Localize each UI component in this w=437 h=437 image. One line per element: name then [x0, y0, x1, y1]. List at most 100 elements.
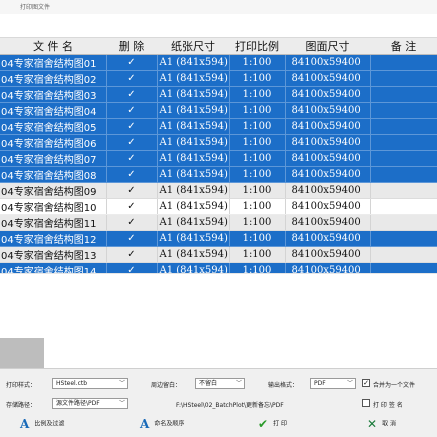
delete-cell[interactable]: ✓: [105, 166, 157, 183]
file-name-cell: 04专家宿舍结构图07: [0, 150, 106, 167]
print-scale-cell: 1:100: [228, 70, 285, 87]
merge-checkbox[interactable]: ✓: [362, 379, 370, 387]
file-name-cell: 04专家宿舍结构图02: [0, 70, 106, 87]
column-header-remark[interactable]: 备 注: [370, 38, 437, 55]
window-title: 打印图文件: [20, 4, 51, 11]
drawing-size-cell: 84100x59400: [284, 118, 370, 135]
delete-cell[interactable]: ✓: [105, 102, 157, 119]
file-name-cell: 04专家宿舍结构图01: [0, 54, 106, 71]
delete-cell[interactable]: ✓: [105, 150, 157, 167]
paper-size-cell: A1 (841x594): [156, 182, 229, 199]
paper-size-cell: A1 (841x594): [156, 214, 229, 231]
column-header-delete[interactable]: 删 除: [106, 38, 157, 55]
delete-cell[interactable]: ✓: [105, 214, 157, 231]
cancel-button[interactable]: ✕ 取 消: [367, 417, 396, 431]
delete-cell[interactable]: ✓: [105, 86, 157, 103]
table-row[interactable]: 04专家宿舍结构图10 ✓ A1 (841x594) 1:100 84100x59400: [0, 198, 437, 215]
print-signature-checkbox[interactable]: [362, 399, 370, 407]
table-row[interactable]: 04专家宿舍结构图03 ✓ A1 (841x594) 1:100 84100x59400: [0, 86, 437, 103]
drawing-size-cell: 84100x59400: [284, 198, 370, 215]
remark-cell: [369, 150, 437, 167]
drawing-size-cell: 84100x59400: [284, 134, 370, 151]
output-format-label: 输出格式：: [268, 382, 299, 389]
file-name-cell: 04专家宿舍结构图09: [0, 182, 106, 199]
file-name-cell: 04专家宿舍结构图13: [0, 246, 106, 263]
output-format-select[interactable]: PDF ﹀: [310, 378, 356, 389]
column-header-filename[interactable]: 文 件 名: [0, 38, 106, 55]
drawing-size-cell: 84100x59400: [284, 166, 370, 183]
print-button-label: 打 印: [273, 420, 287, 428]
table-row[interactable]: 04专家宿舍结构图05 ✓ A1 (841x594) 1:100 84100x59400: [0, 118, 437, 135]
print-style-label: 打印样式：: [6, 382, 37, 389]
file-name-cell: 04专家宿舍结构图03: [0, 86, 106, 103]
delete-cell[interactable]: ✓: [105, 182, 157, 199]
close-icon: ✕: [367, 417, 378, 431]
delete-cell[interactable]: ✓: [105, 70, 157, 87]
file-name-cell: 04专家宿舍结构图04: [0, 102, 106, 119]
font-a-icon: A: [140, 417, 150, 431]
column-header-print-scale[interactable]: 打印比例: [229, 38, 285, 55]
toolbar-area: [0, 14, 437, 38]
paper-size-cell: A1 (841x594): [156, 166, 229, 183]
paper-size-cell: A1 (841x594): [156, 86, 229, 103]
chevron-down-icon: ﹀: [346, 380, 353, 387]
remark-cell: [369, 198, 437, 215]
print-button[interactable]: ✔ 打 印: [258, 417, 287, 431]
print-scale-cell: 1:100: [228, 214, 285, 231]
remark-cell: [369, 230, 437, 247]
drawing-size-cell: 84100x59400: [284, 70, 370, 87]
table-row[interactable]: 04专家宿舍结构图13 ✓ A1 (841x594) 1:100 84100x59400: [0, 246, 437, 263]
remark-cell: [369, 246, 437, 263]
filter-button[interactable]: A 比例及过滤: [20, 417, 64, 431]
delete-cell[interactable]: ✓: [105, 54, 157, 71]
paper-size-cell: A1 (841x594): [156, 54, 229, 71]
delete-cell[interactable]: ✓: [105, 198, 157, 215]
print-scale-cell: 1:100: [228, 246, 285, 263]
print-style-select[interactable]: HSteel.ctb ﹀: [52, 378, 128, 389]
print-scale-cell: 1:100: [228, 230, 285, 247]
table-row[interactable]: 04专家宿舍结构图08 ✓ A1 (841x594) 1:100 84100x59400: [0, 166, 437, 183]
print-scale-cell: 1:100: [228, 86, 285, 103]
table-header-row: 文 件 名 删 除 纸张尺寸 打印比例 图面尺寸 备 注: [0, 38, 437, 55]
naming-button-label: 命名及顺序: [154, 420, 185, 428]
column-header-paper-size[interactable]: 纸张尺寸: [157, 38, 229, 55]
chevron-down-icon: ﹀: [118, 400, 125, 407]
filter-button-label: 比例及过滤: [34, 420, 65, 428]
table-row[interactable]: 04专家宿舍结构图01 ✓ A1 (841x594) 1:100 84100x59400: [0, 54, 437, 71]
column-header-drawing-size[interactable]: 图面尺寸: [285, 38, 370, 55]
delete-cell[interactable]: ✓: [105, 134, 157, 151]
drawing-size-cell: 84100x59400: [284, 214, 370, 231]
drawing-size-cell: 84100x59400: [284, 54, 370, 71]
remark-cell: [369, 86, 437, 103]
checkmark-icon: ✔: [258, 417, 269, 431]
margin-value: 不留白: [199, 380, 218, 387]
print-scale-cell: 1:100: [228, 182, 285, 199]
delete-cell[interactable]: ✓: [105, 118, 157, 135]
save-path-select[interactable]: 源文件路径\PDF ﹀: [52, 398, 128, 409]
delete-cell[interactable]: ✓: [105, 246, 157, 263]
table-row[interactable]: 04专家宿舍结构图02 ✓ A1 (841x594) 1:100 84100x59400: [0, 70, 437, 87]
print-scale-cell: 1:100: [228, 166, 285, 183]
table-row[interactable]: 04专家宿舍结构图11 ✓ A1 (841x594) 1:100 84100x59400: [0, 214, 437, 231]
font-a-icon: A: [20, 417, 30, 431]
paper-size-cell: A1 (841x594): [156, 102, 229, 119]
print-scale-cell: 1:100: [228, 118, 285, 135]
table-row[interactable]: 04专家宿舍结构图12 ✓ A1 (841x594) 1:100 84100x59400: [0, 230, 437, 247]
paper-size-cell: A1 (841x594): [156, 246, 229, 263]
naming-button[interactable]: A 命名及顺序: [140, 417, 184, 431]
table-row[interactable]: 04专家宿舍结构图06 ✓ A1 (841x594) 1:100 84100x59400: [0, 134, 437, 151]
table-row[interactable]: 04专家宿舍结构图09 ✓ A1 (841x594) 1:100 84100x59400: [0, 182, 437, 199]
file-name-cell: 04专家宿舍结构图11: [0, 214, 106, 231]
settings-panel: 打印样式： HSteel.ctb ﹀ 周边留白： 不留白 ﹀ 输出格式： PDF…: [0, 368, 437, 437]
print-scale-cell: 1:100: [228, 198, 285, 215]
print-scale-cell: 1:100: [228, 134, 285, 151]
table-row[interactable]: 04专家宿舍结构图07 ✓ A1 (841x594) 1:100 84100x59400: [0, 150, 437, 167]
row-header-block: [0, 338, 44, 368]
remark-cell: [369, 70, 437, 87]
delete-cell[interactable]: ✓: [105, 230, 157, 247]
table-row[interactable]: 04专家宿舍结构图04 ✓ A1 (841x594) 1:100 84100x59400: [0, 102, 437, 119]
margin-select[interactable]: 不留白 ﹀: [195, 378, 245, 389]
chevron-down-icon: ﹀: [235, 380, 242, 387]
remark-cell: [369, 118, 437, 135]
cancel-button-label: 取 消: [382, 420, 396, 428]
